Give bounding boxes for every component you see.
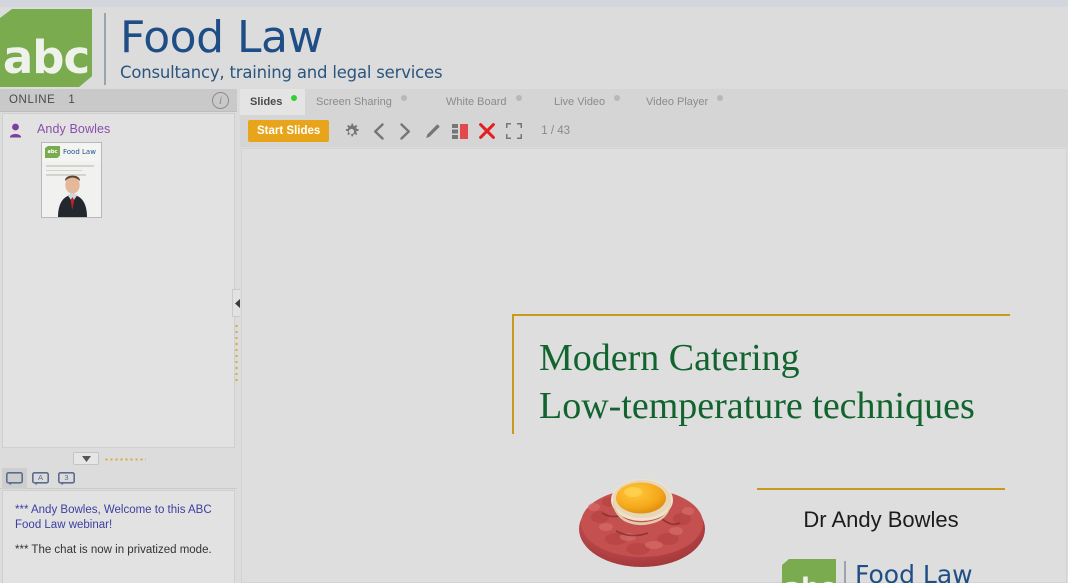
status-dot <box>400 95 407 101</box>
tab-live-video[interactable]: Live Video <box>544 89 628 115</box>
annotate-button[interactable] <box>419 118 446 144</box>
slide-brand-logo: abc Food Law Consultancy, training and l… <box>782 559 1045 583</box>
list-item[interactable]: Andy Bowles abc Food Law <box>3 114 234 218</box>
slide-canvas[interactable]: Modern Catering Low-temperature techniqu… <box>241 148 1067 583</box>
tab-label: Slides <box>250 96 283 108</box>
avatar-logo-title: Food Law <box>63 148 96 156</box>
slide-logo-mark-text: abc <box>784 575 835 583</box>
info-icon[interactable]: i <box>212 92 229 109</box>
pencil-icon <box>426 123 441 138</box>
user-icon <box>9 123 22 138</box>
page-title: Modern Catering Low-temperature techniqu… <box>539 337 975 428</box>
chat-message: *** The chat is now in privatized mode. <box>15 543 212 556</box>
tab-badge: 3 <box>64 473 69 482</box>
slide-logo-mark: abc <box>782 559 836 583</box>
chevron-down-icon <box>81 455 91 462</box>
slide-title-frame: Modern Catering Low-temperature techniqu… <box>512 314 1010 434</box>
online-header: ONLINE 1 i <box>0 89 237 112</box>
status-dot <box>614 95 621 101</box>
sort-toggle-button[interactable] <box>73 452 99 465</box>
slide-settings-button[interactable] <box>338 118 365 144</box>
tab-screen-sharing[interactable]: Screen Sharing <box>306 89 415 115</box>
chat-message: *** Andy Bowles, Welcome to this ABC Foo… <box>15 504 212 532</box>
page-indicator: 1 / 43 <box>541 125 571 137</box>
avatar-person <box>58 175 87 217</box>
window-top-strip <box>0 0 1068 7</box>
brand-title: Food Law <box>120 12 323 63</box>
brand-divider <box>104 13 106 85</box>
slide-logo-title: Food Law <box>855 560 973 583</box>
tab-chat-group[interactable]: 3 <box>54 468 79 489</box>
online-count: 1 <box>68 94 75 106</box>
status-dot <box>515 95 522 101</box>
sidebar-drag-handle[interactable] <box>104 457 146 462</box>
slide-logo-divider <box>844 561 846 583</box>
brand-logo: abc Food Law Consultancy, training and l… <box>0 9 443 87</box>
tab-chat[interactable] <box>2 468 27 489</box>
brand-wordmark: Food Law Consultancy, training and legal… <box>120 9 443 83</box>
slide-logo-wordmark: Food Law Consultancy, training and legal… <box>855 559 1045 583</box>
tab-badge: A <box>37 473 43 482</box>
participant-name: Andy Bowles <box>37 122 111 136</box>
fullscreen-icon <box>505 123 522 139</box>
tab-label: Live Video <box>554 96 606 108</box>
sidebar: ONLINE 1 i Andy Bowles abc Food Law A 3 … <box>0 89 237 583</box>
slide-toolbar: Start Slides 1 / 43 <box>240 115 1068 147</box>
previous-slide-button[interactable] <box>365 118 392 144</box>
avatar[interactable]: abc Food Law <box>41 142 102 218</box>
tab-white-board[interactable]: White Board <box>436 89 530 115</box>
close-icon <box>478 123 495 139</box>
status-dot <box>717 95 724 101</box>
tab-video-player[interactable]: Video Player <box>636 89 731 115</box>
splitter-drag-handle[interactable] <box>234 323 239 385</box>
chat-tab-bar: A 3 <box>0 467 237 489</box>
fullscreen-button[interactable] <box>500 118 527 144</box>
main-panel: Slides Screen Sharing White Board Live V… <box>240 89 1068 583</box>
gear-icon <box>346 123 359 136</box>
status-dot <box>291 95 298 101</box>
previous-slide-icon <box>374 122 384 140</box>
tab-label: White Board <box>446 96 507 108</box>
avatar-logo-mark: abc <box>45 146 60 158</box>
panel-splitter <box>228 89 242 583</box>
tab-label: Screen Sharing <box>316 96 392 108</box>
layout-panels-icon <box>451 123 468 139</box>
layout-panels-button[interactable] <box>446 118 473 144</box>
chat-bubble-icon <box>6 471 23 485</box>
next-slide-button[interactable] <box>392 118 419 144</box>
participant-sort-row <box>0 452 237 467</box>
content-tab-bar: Slides Screen Sharing White Board Live V… <box>240 89 1068 115</box>
tab-label: Video Player <box>646 96 709 108</box>
online-label: ONLINE <box>9 94 56 106</box>
start-slides-button[interactable]: Start Slides <box>248 120 330 142</box>
chat-log: *** Andy Bowles, Welcome to this ABC Foo… <box>2 490 235 583</box>
presenter-rule <box>757 488 1005 490</box>
tab-chat-announcements[interactable]: A <box>28 468 53 489</box>
close-slides-button[interactable] <box>473 118 500 144</box>
presenter-name: Dr Andy Bowles <box>803 507 959 532</box>
participant-list: Andy Bowles abc Food Law <box>2 113 235 448</box>
abc-logo-mark: abc <box>0 9 92 87</box>
chevron-left-icon <box>234 298 240 308</box>
abc-logo-text: abc <box>2 31 90 84</box>
app-header: abc Food Law Consultancy, training and l… <box>0 7 1068 88</box>
avatar-backdrop-logo: abc Food Law <box>42 143 101 161</box>
next-slide-icon <box>400 122 411 140</box>
tab-slides[interactable]: Slides <box>240 89 306 115</box>
webinar-app: abc Food Law Consultancy, training and l… <box>0 0 1068 583</box>
steak-tartare-image <box>579 479 705 567</box>
brand-subtitle: Consultancy, training and legal services <box>120 63 443 83</box>
